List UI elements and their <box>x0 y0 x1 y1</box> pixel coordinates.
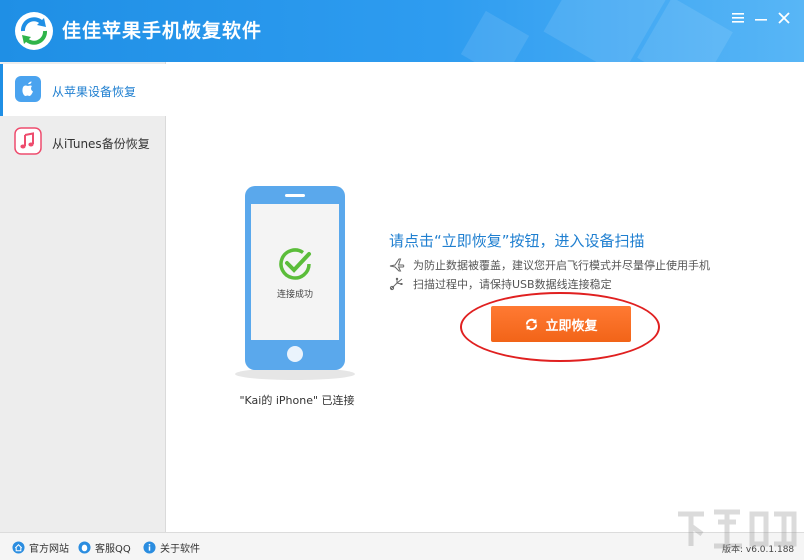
sidebar-item-label: 从苹果设备恢复 <box>52 85 137 99</box>
apple-icon <box>15 76 41 102</box>
qq-icon <box>78 541 91 554</box>
customer-service-qq-link[interactable]: 客服QQ <box>78 540 131 555</box>
sidebar: 从苹果设备恢复 从iTunes备份恢复 <box>0 62 166 532</box>
recover-button-label: 立即恢复 <box>545 318 598 334</box>
sidebar-item-itunes-recovery[interactable]: 从iTunes备份恢复 <box>0 116 166 168</box>
app-logo-icon <box>15 12 53 50</box>
success-check-icon <box>279 248 311 280</box>
tip-text: 扫描过程中，请保持USB数据线连接稳定 <box>413 278 612 291</box>
minimize-icon[interactable] <box>751 8 771 28</box>
app-title: 佳佳苹果手机恢复软件 <box>62 20 263 42</box>
sidebar-item-device-recovery[interactable]: 从苹果设备恢复 <box>0 64 166 116</box>
official-website-label: 官方网站 <box>29 544 69 555</box>
about-software-link[interactable]: 关于软件 <box>143 540 200 555</box>
recover-now-button[interactable]: 立即恢复 <box>491 306 631 342</box>
music-note-icon <box>14 127 42 155</box>
customer-service-qq-label: 客服QQ <box>95 544 131 555</box>
tip-usb-stable: 扫描过程中，请保持USB数据线连接稳定 <box>389 276 612 292</box>
version-label: 版本: v6.0.1.188 <box>722 545 795 555</box>
main-panel: 连接成功 "Kai的 iPhone" 已连接 请点击“立即恢复”按钮，进入设备扫… <box>167 62 804 532</box>
about-software-label: 关于软件 <box>160 544 200 555</box>
home-icon <box>12 541 25 554</box>
connection-status: 连接成功 <box>276 290 313 300</box>
close-icon[interactable] <box>774 8 794 28</box>
airplane-icon <box>389 258 405 272</box>
device-connected-caption: "Kai的 iPhone" 已连接 <box>239 394 355 407</box>
refresh-icon <box>526 318 538 330</box>
official-website-link[interactable]: 官方网站 <box>12 540 69 555</box>
background-decoration <box>460 10 530 62</box>
tip-airplane-mode: 为防止数据被覆盖，建议您开启飞行模式并尽量停止使用手机 <box>389 257 710 273</box>
status-bar: 官方网站 客服QQ 关于软件 版本: v6.0.1.188 <box>0 532 804 560</box>
sidebar-item-label: 从iTunes备份恢复 <box>52 137 150 151</box>
info-icon <box>143 541 156 554</box>
title-bar: 佳佳苹果手机恢复软件 <box>0 0 804 62</box>
tip-text: 为防止数据被覆盖，建议您开启飞行模式并尽量停止使用手机 <box>413 259 710 272</box>
instruction-title: 请点击“立即恢复”按钮，进入设备扫描 <box>389 232 645 250</box>
usb-icon <box>389 277 403 291</box>
menu-icon[interactable] <box>728 8 748 28</box>
